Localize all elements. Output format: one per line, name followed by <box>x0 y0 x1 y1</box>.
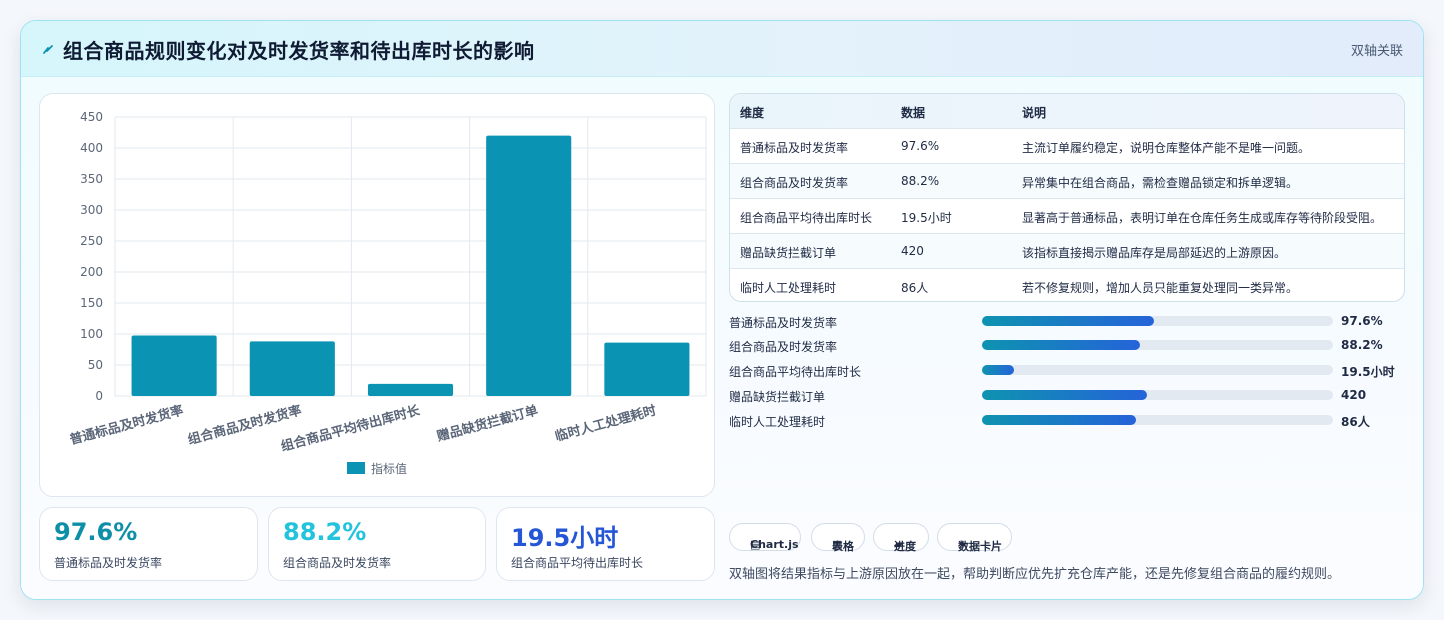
x-tick-label: 赠品缺货拦截订单 <box>435 402 540 444</box>
chip-label: 数据卡片 <box>958 540 1002 553</box>
chip-table[interactable]: ▦ 表格 <box>811 523 865 553</box>
table-header-row: 维度 数据 说明 <box>730 94 1404 128</box>
y-tick-label: 100 <box>80 327 103 341</box>
progress-fill <box>982 390 1147 400</box>
table-cell: 420 <box>901 244 924 258</box>
kpi-label: 组合商品及时发货率 <box>283 556 392 570</box>
bar <box>249 341 335 396</box>
progress-fill <box>982 365 1014 375</box>
table-cell: 异常集中在组合商品，需检查赠品锁定和拆单逻辑。 <box>1022 176 1299 190</box>
progress-item: 赠品缺货拦截订单 420 <box>729 387 1405 405</box>
chip-chartjs[interactable]: ▤ Chart.js <box>729 523 801 551</box>
table-cell: 该指标直接揭示赠品库存是局部延迟的上游原因。 <box>1022 246 1287 260</box>
progress-value: 88.2% <box>1341 338 1383 352</box>
progress-item: 组合商品平均待出库时长 19.5小时 <box>729 362 1405 380</box>
y-tick-label: 50 <box>88 358 103 372</box>
card-header: 组合商品规则变化对及时发货率和待出库时长的影响 双轴关联 <box>21 21 1423 77</box>
progress-value: 86人 <box>1341 415 1370 429</box>
y-tick-label: 300 <box>80 203 103 217</box>
table-cell: 19.5小时 <box>901 211 952 225</box>
progress-label: 组合商品平均待出库时长 <box>729 365 862 379</box>
progress-label: 赠品缺货拦截订单 <box>729 390 826 404</box>
x-tick-label: 普通标品及时发货率 <box>68 402 185 448</box>
kpi-value: 19.5小时 <box>511 524 619 552</box>
table-row: 组合商品平均待出库时长 19.5小时 显著高于普通标品，表明订单在仓库任务生成或… <box>730 198 1404 233</box>
table-cell: 组合商品平均待出库时长 <box>740 211 873 225</box>
progress-track <box>982 316 1333 326</box>
table-row: 赠品缺货拦截订单 420 该指标直接揭示赠品库存是局部延迟的上游原因。 <box>730 233 1404 268</box>
progress-track <box>982 340 1333 350</box>
dashboard-card: 组合商品规则变化对及时发货率和待出库时长的影响 双轴关联 0 50 100 150 20… <box>20 20 1424 600</box>
bar-chart: 050100150200250300350400450普通标品及时发货率 组合商品… <box>68 110 707 476</box>
progress-fill <box>982 415 1137 425</box>
table-cell: 赠品缺货拦截订单 <box>740 246 837 260</box>
bolt-icon <box>43 45 53 54</box>
kpi-card-wait-time: 19.5小时 组合商品平均待出库时长 <box>496 507 715 581</box>
table-header-cell: 说明 <box>1022 106 1047 120</box>
progress-item: 组合商品及时发货率 88.2% <box>729 337 1405 355</box>
bar <box>131 335 217 396</box>
progress-fill <box>982 316 1154 326</box>
kpi-label: 普通标品及时发货率 <box>54 556 163 570</box>
kpi-label: 组合商品平均待出库时长 <box>511 556 644 570</box>
card-body: 0 50 100 150 200 250 300 350 400 450 普通标品及时发货率 组合商品… <box>21 77 1423 599</box>
bar <box>486 135 572 396</box>
table-cell: 普通标品及时发货率 <box>740 141 849 155</box>
progress-label: 普通标品及时发货率 <box>729 316 838 330</box>
table-cell: 97.6% <box>901 139 940 153</box>
y-tick-label: 350 <box>80 172 103 186</box>
header-tag: 双轴关联 <box>1350 44 1403 59</box>
y-tick-label: 400 <box>80 141 103 155</box>
progress-label: 组合商品及时发货率 <box>729 340 838 354</box>
table-header-cell: 维度 <box>740 106 765 120</box>
kpi-value: 88.2% <box>283 518 367 546</box>
bar-chart-panel: 0 50 100 150 200 250 300 350 400 450 普通标品及时发货率 组合商品… <box>39 93 715 497</box>
kpi-card-standard: 97.6% 普通标品及时发货率 <box>39 507 258 581</box>
chip-data-card[interactable]: ✦ 数据卡片 <box>937 523 1012 553</box>
data-table: 维度 数据 说明 普通标品及时发货率 97.6% 主流订单履约稳定，说明仓库整体… <box>729 93 1405 302</box>
table-cell: 86人 <box>901 281 929 295</box>
y-tick-label: 0 <box>95 389 103 403</box>
table-cell: 88.2% <box>901 174 940 188</box>
table-cell: 临时人工处理耗时 <box>740 281 837 295</box>
bar <box>604 342 690 396</box>
progress-fill <box>982 340 1140 350</box>
table-cell: 主流订单履约稳定，说明仓库整体产能不是唯一问题。 <box>1022 141 1311 155</box>
y-tick-label: 200 <box>80 265 103 279</box>
table-cell: 组合商品及时发货率 <box>740 176 849 190</box>
progress-value: 19.5小时 <box>1341 365 1395 379</box>
y-tick-label: 150 <box>80 296 103 310</box>
progress-track <box>982 415 1333 425</box>
progress-item: 普通标品及时发货率 97.6% <box>729 313 1405 331</box>
footer-note: 双轴图将结果指标与上游原因放在一起，帮助判断应优先扩充仓库产能，还是先修复组合商… <box>729 567 1341 582</box>
progress-item: 临时人工处理耗时 86人 <box>729 412 1405 430</box>
legend-swatch <box>347 462 365 474</box>
progress-track <box>982 365 1333 375</box>
chip-label: 表格 <box>832 540 854 553</box>
legend-label: 指标值 <box>371 461 407 476</box>
progress-label: 临时人工处理耗时 <box>729 415 826 429</box>
x-tick-label: 临时人工处理耗时 <box>553 402 658 444</box>
table-cell: 显著高于普通标品，表明订单在仓库任务生成或库存等待阶段受阻。 <box>1022 211 1383 225</box>
table-row: 普通标品及时发货率 97.6% 主流订单履约稳定，说明仓库整体产能不是唯一问题。 <box>730 128 1404 163</box>
chip-label: Chart.js <box>750 538 799 551</box>
bar <box>367 383 454 396</box>
kpi-value: 97.6% <box>54 518 138 546</box>
kpi-card-combo: 88.2% 组合商品及时发货率 <box>268 507 486 581</box>
chip-label: 进度 <box>894 540 916 553</box>
table-header-cell: 数据 <box>901 106 926 120</box>
table-row: 组合商品及时发货率 88.2% 异常集中在组合商品，需检查赠品锁定和拆单逻辑。 <box>730 163 1404 198</box>
table-cell: 若不修复规则，增加人员只能重复处理同一类异常。 <box>1022 281 1299 295</box>
page-title: 组合商品规则变化对及时发货率和待出库时长的影响 <box>63 39 535 63</box>
chip-progress[interactable]: ▰ 进度 <box>873 523 929 553</box>
progress-value: 420 <box>1341 388 1367 402</box>
y-tick-label: 250 <box>80 234 103 248</box>
table-row: 临时人工处理耗时 86人 若不修复规则，增加人员只能重复处理同一类异常。 <box>730 268 1404 301</box>
progress-value: 97.6% <box>1341 314 1383 328</box>
progress-track <box>982 390 1333 400</box>
y-tick-label: 450 <box>80 110 103 124</box>
